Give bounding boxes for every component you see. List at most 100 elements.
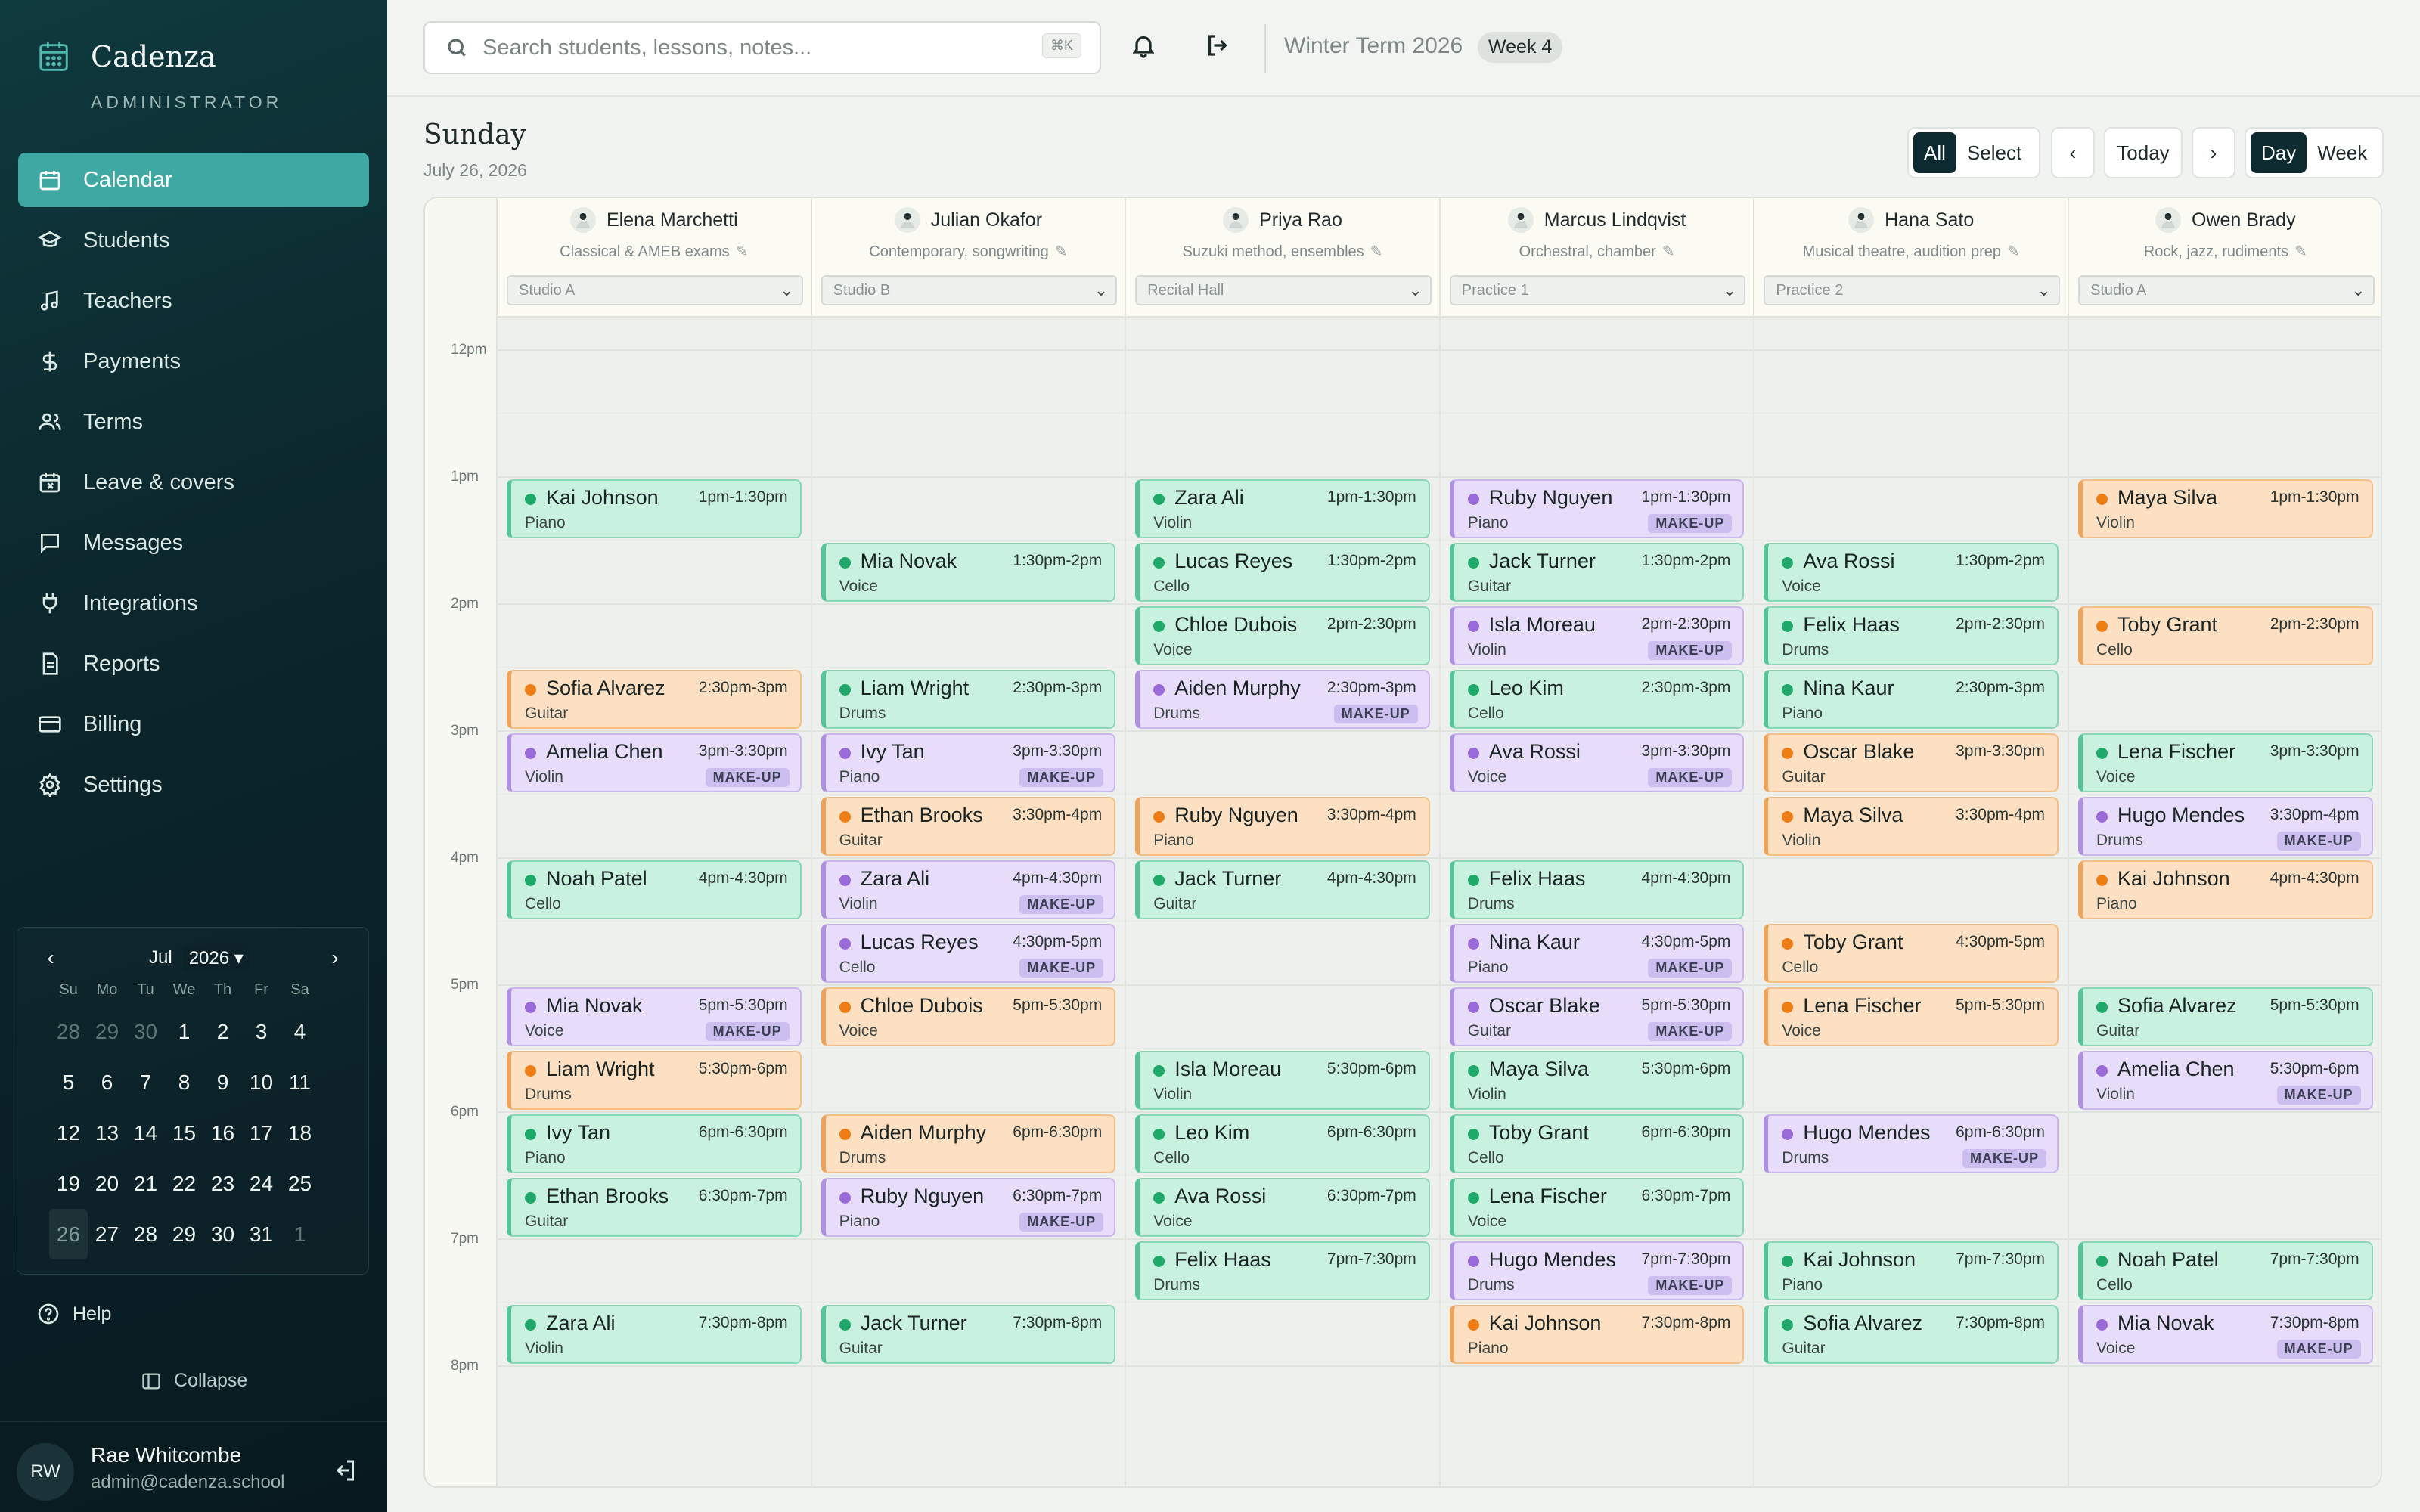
mini-cal-day[interactable]: 30 [126,1006,165,1057]
mini-cal-day[interactable]: 7 [126,1057,165,1108]
sidebar-item-students[interactable]: Students [18,213,369,268]
lesson-event[interactable]: Felix Haas 7pm-7:30pm Drums [1135,1241,1430,1300]
lesson-event[interactable]: Zara Ali 7:30pm-8pm Violin [507,1305,802,1364]
lesson-event[interactable]: Lucas Reyes 4:30pm-5pm Cello MAKE-UP [821,924,1116,983]
lesson-event[interactable]: Liam Wright 5:30pm-6pm Drums [507,1051,802,1110]
sidebar-item-billing[interactable]: Billing [18,697,369,751]
mini-cal-prev-button[interactable]: ‹ [36,943,66,973]
mini-cal-day[interactable]: 19 [49,1158,88,1209]
lesson-event[interactable]: Lena Fischer 3pm-3:30pm Voice [2078,733,2373,792]
search-input[interactable] [482,35,1012,60]
mini-cal-day[interactable]: 12 [49,1108,88,1158]
teacher-name[interactable]: Elena Marchetti [498,207,811,233]
lesson-event[interactable]: Jack Turner 1:30pm-2pm Guitar [1449,543,1745,602]
room-select[interactable]: Studio A ⌄ [507,275,803,305]
lesson-event[interactable]: Felix Haas 4pm-4:30pm Drums [1449,860,1745,919]
lesson-event[interactable]: Ivy Tan 3pm-3:30pm Piano MAKE-UP [821,733,1116,792]
lesson-event[interactable]: Oscar Blake 5pm-5:30pm Guitar MAKE-UP [1449,987,1745,1046]
mini-cal-day[interactable]: 26 [49,1209,88,1259]
help-link[interactable]: Help [36,1302,111,1326]
room-select[interactable]: Studio B ⌄ [821,275,1118,305]
lesson-event[interactable]: Ruby Nguyen 3:30pm-4pm Piano [1135,797,1430,856]
sidebar-item-integrations[interactable]: Integrations [18,576,369,631]
lesson-event[interactable]: Noah Patel 7pm-7:30pm Cello [2078,1241,2373,1300]
mini-cal-day[interactable]: 31 [242,1209,281,1259]
lesson-event[interactable]: Nina Kaur 4:30pm-5pm Piano MAKE-UP [1449,924,1745,983]
mini-cal-day[interactable]: 28 [126,1209,165,1259]
lesson-event[interactable]: Maya Silva 3:30pm-4pm Violin [1764,797,2059,856]
lesson-event[interactable]: Hugo Mendes 6pm-6:30pm Drums MAKE-UP [1764,1114,2059,1173]
mini-cal-day[interactable]: 1 [165,1006,203,1057]
lesson-event[interactable]: Kai Johnson 7:30pm-8pm Piano [1449,1305,1745,1364]
sign-out-icon[interactable] [1204,32,1231,59]
sidebar-item-leave-covers[interactable]: Leave & covers [18,455,369,510]
teacher-name[interactable]: Marcus Lindqvist [1441,207,1754,233]
lesson-event[interactable]: Sofia Alvarez 7:30pm-8pm Guitar [1764,1305,2059,1364]
mini-cal-day[interactable]: 11 [281,1057,319,1108]
lesson-event[interactable]: Leo Kim 2:30pm-3pm Cello [1449,670,1745,729]
lesson-event[interactable]: Kai Johnson 4pm-4:30pm Piano [2078,860,2373,919]
lesson-event[interactable]: Zara Ali 1pm-1:30pm Violin [1135,479,1430,538]
lesson-event[interactable]: Oscar Blake 3pm-3:30pm Guitar [1764,733,2059,792]
lesson-event[interactable]: Liam Wright 2:30pm-3pm Drums [821,670,1116,729]
mini-cal-day[interactable]: 18 [281,1108,319,1158]
lesson-event[interactable]: Mia Novak 7:30pm-8pm Voice MAKE-UP [2078,1305,2373,1364]
sidebar-item-messages[interactable]: Messages [18,516,369,570]
lesson-event[interactable]: Felix Haas 2pm-2:30pm Drums [1764,606,2059,665]
lesson-event[interactable]: Ruby Nguyen 1pm-1:30pm Piano MAKE-UP [1449,479,1745,538]
lesson-event[interactable]: Kai Johnson 7pm-7:30pm Piano [1764,1241,2059,1300]
mini-cal-day[interactable]: 8 [165,1057,203,1108]
lesson-event[interactable]: Nina Kaur 2:30pm-3pm Piano [1764,670,2059,729]
lesson-event[interactable]: Ethan Brooks 6:30pm-7pm Guitar [507,1178,802,1237]
mini-cal-day[interactable]: 22 [165,1158,203,1209]
sidebar-item-terms[interactable]: Terms [18,395,369,449]
sidebar-item-payments[interactable]: Payments [18,334,369,389]
lesson-event[interactable]: Leo Kim 6pm-6:30pm Cello [1135,1114,1430,1173]
lesson-event[interactable]: Hugo Mendes 3:30pm-4pm Drums MAKE-UP [2078,797,2373,856]
lesson-event[interactable]: Amelia Chen 5:30pm-6pm Violin MAKE-UP [2078,1051,2373,1110]
lesson-event[interactable]: Ivy Tan 6pm-6:30pm Piano [507,1114,802,1173]
bell-icon[interactable] [1130,32,1157,59]
mini-cal-day[interactable]: 29 [165,1209,203,1259]
lesson-event[interactable]: Isla Moreau 2pm-2:30pm Violin MAKE-UP [1449,606,1745,665]
room-select[interactable]: Practice 1 ⌄ [1449,275,1746,305]
collapse-button[interactable]: Collapse [141,1370,247,1392]
day-view-button[interactable]: Day [2251,132,2307,173]
sidebar-item-reports[interactable]: Reports [18,637,369,691]
lesson-event[interactable]: Kai Johnson 1pm-1:30pm Piano [507,479,802,538]
mini-cal-day[interactable]: 2 [203,1006,242,1057]
mini-cal-day[interactable]: 16 [203,1108,242,1158]
mini-cal-day[interactable]: 6 [88,1057,126,1108]
mini-cal-day[interactable]: 23 [203,1158,242,1209]
room-select[interactable]: Recital Hall ⌄ [1135,275,1432,305]
lesson-event[interactable]: Isla Moreau 5:30pm-6pm Violin [1135,1051,1430,1110]
logout-icon[interactable] [331,1457,358,1484]
room-select[interactable]: Practice 2 ⌄ [1764,275,2060,305]
edit-pencil-icon[interactable]: ✎ [2007,243,2020,260]
mini-cal-day[interactable]: 13 [88,1108,126,1158]
lesson-event[interactable]: Amelia Chen 3pm-3:30pm Violin MAKE-UP [507,733,802,792]
all-button[interactable]: All [1913,132,1956,173]
lesson-event[interactable]: Sofia Alvarez 2:30pm-3pm Guitar [507,670,802,729]
mini-cal-day[interactable]: 30 [203,1209,242,1259]
lesson-event[interactable]: Maya Silva 1pm-1:30pm Violin [2078,479,2373,538]
lesson-event[interactable]: Zara Ali 4pm-4:30pm Violin MAKE-UP [821,860,1116,919]
lesson-event[interactable]: Sofia Alvarez 5pm-5:30pm Guitar [2078,987,2373,1046]
brand[interactable]: Cadenza [36,39,216,74]
lesson-event[interactable]: Hugo Mendes 7pm-7:30pm Drums MAKE-UP [1449,1241,1745,1300]
teacher-name[interactable]: Owen Brady [2069,207,2381,233]
teacher-name[interactable]: Julian Okafor [812,207,1125,233]
edit-pencil-icon[interactable]: ✎ [1370,243,1383,260]
mini-cal-day[interactable]: 15 [165,1108,203,1158]
lesson-event[interactable]: Lena Fischer 6:30pm-7pm Voice [1449,1178,1745,1237]
edit-pencil-icon[interactable]: ✎ [736,243,749,260]
teacher-name[interactable]: Hana Sato [1754,207,2068,233]
lesson-event[interactable]: Toby Grant 4:30pm-5pm Cello [1764,924,2059,983]
mini-cal-year-select[interactable]: 2026 ▾ [182,943,250,972]
lesson-event[interactable]: Lena Fischer 5pm-5:30pm Voice [1764,987,2059,1046]
mini-cal-day[interactable]: 10 [242,1057,281,1108]
avatar[interactable]: RW [17,1443,74,1501]
mini-cal-day[interactable]: 29 [88,1006,126,1057]
lesson-event[interactable]: Ava Rossi 6:30pm-7pm Voice [1135,1178,1430,1237]
lesson-event[interactable]: Noah Patel 4pm-4:30pm Cello [507,860,802,919]
